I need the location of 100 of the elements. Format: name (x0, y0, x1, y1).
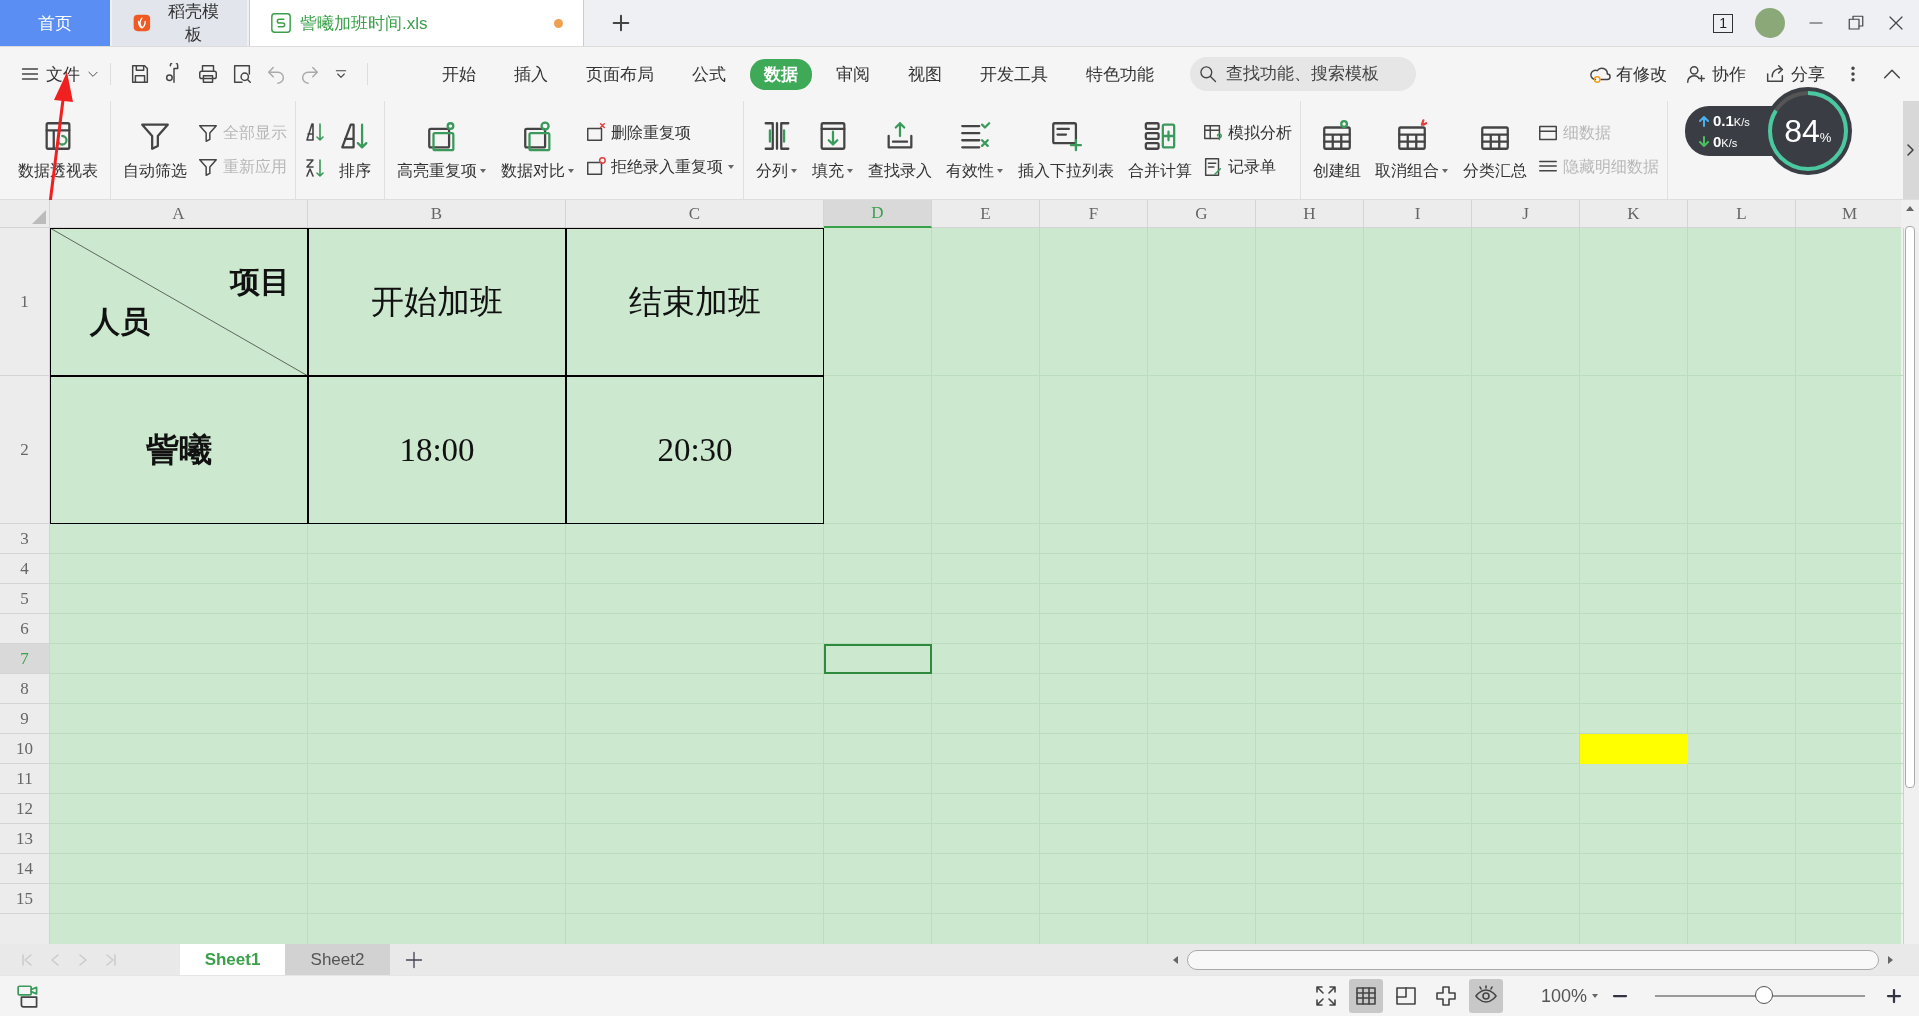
column-header[interactable]: I (1364, 200, 1472, 228)
funnel-icon (197, 156, 219, 178)
caret-icon (1591, 992, 1599, 1000)
document-tab[interactable]: 首页 (0, 0, 110, 46)
ribbon-button[interactable]: 插入下拉列表 (1014, 105, 1118, 195)
ribbon-button[interactable]: 有效性 (942, 105, 1008, 195)
caret-icon (1441, 167, 1449, 175)
row-header[interactable]: 6 (0, 614, 50, 644)
row-header[interactable]: 9 (0, 704, 50, 734)
ribbon-button[interactable]: 填充 (808, 105, 858, 195)
view-button[interactable] (1468, 979, 1503, 1013)
row-header[interactable]: 13 (0, 824, 50, 854)
ribbon-button[interactable]: 排序 (334, 105, 376, 195)
close-icon[interactable] (1887, 14, 1905, 32)
row-header[interactable]: 14 (0, 854, 50, 884)
funnel-icon (197, 122, 219, 144)
table-cell: 开始加班 (308, 228, 566, 376)
arrow-up-icon (1699, 114, 1709, 127)
column-label: 项目 (230, 264, 290, 300)
ribbon-button[interactable]: 分列 (752, 105, 802, 195)
caret-icon (567, 167, 575, 175)
ribbon-tab[interactable]: 数据 (750, 58, 812, 90)
column-header[interactable]: E (932, 200, 1040, 228)
caret-icon (790, 167, 798, 175)
zoom-slider-thumb[interactable] (1755, 986, 1774, 1004)
zoom-dropdown[interactable]: 100% (1534, 984, 1605, 1008)
column-header[interactable]: J (1472, 200, 1580, 228)
ribbon-tab[interactable]: 页面布局 (572, 58, 668, 90)
table-cell: 20:30 (566, 376, 824, 524)
row-header[interactable]: 8 (0, 674, 50, 704)
ribbon-button[interactable]: 自动筛选 (119, 105, 191, 195)
caret-icon (727, 163, 735, 171)
column-header[interactable]: B (308, 200, 566, 228)
scroll-right-icon[interactable] (1906, 143, 1916, 157)
ribbon-tab[interactable]: 审阅 (822, 58, 884, 90)
zoom-in-icon[interactable] (1885, 987, 1903, 1005)
sheet-tab[interactable]: Sheet2 (285, 944, 390, 975)
ribbon-button[interactable]: 分类汇总 (1459, 105, 1531, 195)
ribbon-tab[interactable]: 开始 (428, 58, 490, 90)
column-header[interactable]: C (566, 200, 824, 228)
cross-view-icon (1433, 984, 1458, 1008)
row-header[interactable]: 11 (0, 764, 50, 794)
toolbar-action[interactable]: 协作 (1685, 62, 1746, 86)
row-header[interactable]: 4 (0, 554, 50, 584)
ribbon-button[interactable]: 删除重复项 (585, 122, 735, 144)
toolbar-action[interactable]: 分享 (1764, 62, 1825, 86)
table-cell: 18:00 (308, 376, 566, 524)
save-icon[interactable] (129, 63, 151, 85)
row-header[interactable]: 2 (0, 376, 50, 524)
ribbon-button[interactable]: 合并计算 (1124, 105, 1196, 195)
column-header[interactable]: H (1256, 200, 1364, 228)
column-header[interactable]: L (1688, 200, 1796, 228)
column-header[interactable]: A (50, 200, 308, 228)
new-tab-icon[interactable] (610, 12, 632, 34)
user-add-icon (1685, 63, 1707, 85)
column-header[interactable]: F (1040, 200, 1148, 228)
ribbon-button[interactable]: 高亮重复项 (393, 105, 491, 195)
ribbon-button[interactable]: 取消组合 (1371, 105, 1453, 195)
scroll-left-icon[interactable] (1171, 954, 1179, 965)
row-header[interactable]: 12 (0, 794, 50, 824)
sheet-tab[interactable]: Sheet1 (180, 944, 285, 975)
column-header[interactable]: K (1580, 200, 1688, 228)
row-header[interactable]: 15 (0, 884, 50, 914)
sheet-file-icon (270, 12, 292, 34)
column-header[interactable]: M (1796, 200, 1901, 228)
row-header[interactable]: 5 (0, 584, 50, 614)
row-header[interactable]: 1 (0, 228, 50, 376)
row-header[interactable]: 3 (0, 524, 50, 554)
ribbon-button[interactable]: 查找录入 (864, 105, 936, 195)
ribbon-button[interactable]: 记录单 (1202, 156, 1292, 178)
ribbon-tab[interactable]: 视图 (894, 58, 956, 90)
view-button[interactable] (1348, 979, 1383, 1013)
document-tab[interactable]: 訾曦加班时间.xls (249, 0, 584, 46)
ribbon-button[interactable]: 创建组 (1309, 105, 1365, 195)
search-field[interactable]: 查找功能、搜索模板 (1190, 57, 1416, 91)
ribbon-button[interactable]: 模拟分析 (1202, 122, 1292, 144)
grid-view-icon (1353, 984, 1378, 1008)
search-icon (1198, 64, 1218, 84)
ribbon-tab[interactable]: 特色功能 (1072, 58, 1168, 90)
ribbon-tab[interactable]: 公式 (678, 58, 740, 90)
scroll-up-icon[interactable] (1905, 204, 1915, 212)
row-header[interactable]: 10 (0, 734, 50, 764)
page-view-icon (1393, 984, 1418, 1008)
window-count[interactable]: 1 (1713, 13, 1733, 33)
preview-icon[interactable] (231, 63, 253, 85)
document-tab[interactable]: 稻壳模板 (112, 0, 247, 46)
scrollbar-thumb[interactable] (1187, 949, 1879, 970)
ribbon-button[interactable]: 数据对比 (497, 105, 579, 195)
toolbar-action[interactable]: 有修改 (1589, 62, 1667, 86)
ribbon-tab[interactable]: 插入 (500, 58, 562, 90)
caret-icon (996, 167, 1004, 175)
scrollbar-thumb[interactable] (1905, 226, 1915, 788)
ribbon-tab[interactable]: 开发工具 (966, 58, 1062, 90)
column-header[interactable]: G (1148, 200, 1256, 228)
scroll-right-icon[interactable] (1887, 954, 1895, 965)
print-icon[interactable] (197, 63, 219, 85)
add-sheet-icon[interactable] (404, 949, 424, 970)
fullscreen-icon (1313, 984, 1338, 1008)
restore-icon[interactable] (1847, 14, 1865, 32)
ribbon-button[interactable]: 拒绝录入重复项 (585, 156, 735, 178)
